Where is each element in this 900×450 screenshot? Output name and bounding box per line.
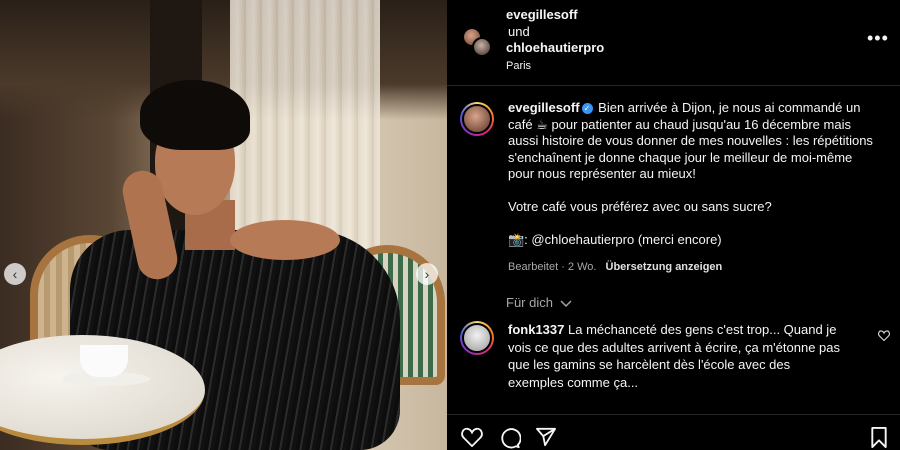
post-photo[interactable]: ‹ › <box>0 0 447 450</box>
comment-like-button[interactable] <box>878 330 890 344</box>
heart-icon <box>461 427 483 448</box>
scroll-fade <box>447 398 900 414</box>
shoulder <box>230 220 340 260</box>
post-side-panel: evegillesoff und chloehautierpro Paris •… <box>447 0 900 450</box>
bookmark-icon <box>871 427 887 448</box>
more-horizontal-icon: ••• <box>867 28 889 48</box>
avatar <box>462 104 492 134</box>
chevron-down-icon <box>560 300 572 307</box>
carousel-next-button[interactable]: › <box>416 263 438 285</box>
send-icon <box>536 427 556 447</box>
more-options-button[interactable]: ••• <box>867 29 889 47</box>
for-you-toggle[interactable]: Für dich <box>506 295 572 310</box>
comment-avatar[interactable] <box>460 321 494 355</box>
post-header: evegillesoff und chloehautierpro Paris •… <box>447 0 900 86</box>
location-link[interactable]: Paris <box>506 60 531 72</box>
collab-avatars[interactable] <box>462 27 492 57</box>
comment-icon <box>501 428 522 449</box>
avatar <box>462 323 492 353</box>
avatar <box>472 37 492 57</box>
caption-avatar[interactable] <box>460 102 494 136</box>
for-you-label: Für dich <box>506 295 553 310</box>
comment-text: fonk1337 La méchanceté des gens c'est tr… <box>508 321 843 391</box>
carousel-prev-button[interactable]: ‹ <box>4 263 26 285</box>
caption-timestamp: Bearbeitet · 2 Wo. <box>508 261 597 273</box>
caption-username[interactable]: evegillesoff <box>508 100 580 115</box>
verified-badge-icon: ✓ <box>581 103 593 115</box>
coffee-cup <box>80 345 128 377</box>
caption-meta: Bearbeitet · 2 Wo. Übersetzung anzeigen <box>508 261 722 273</box>
author-username[interactable]: evegillesoff <box>506 7 578 22</box>
comment-username[interactable]: fonk1337 <box>508 322 564 337</box>
like-button[interactable] <box>461 427 483 450</box>
hair <box>140 80 250 150</box>
translate-button[interactable]: Übersetzung anzeigen <box>606 261 723 273</box>
collab-conjunction: und <box>508 24 530 39</box>
caption-text: evegillesoff ✓ Bien arrivée à Dijon, je n… <box>508 100 878 249</box>
post-actions-bar <box>447 414 900 450</box>
collaborator-username[interactable]: chloehautierpro <box>506 40 604 55</box>
comment-button[interactable] <box>499 427 522 450</box>
heart-icon <box>878 330 890 342</box>
save-button[interactable] <box>870 427 888 450</box>
caption-body: Bien arrivée à Dijon, je nous ai command… <box>508 100 873 247</box>
share-button[interactable] <box>535 427 557 450</box>
